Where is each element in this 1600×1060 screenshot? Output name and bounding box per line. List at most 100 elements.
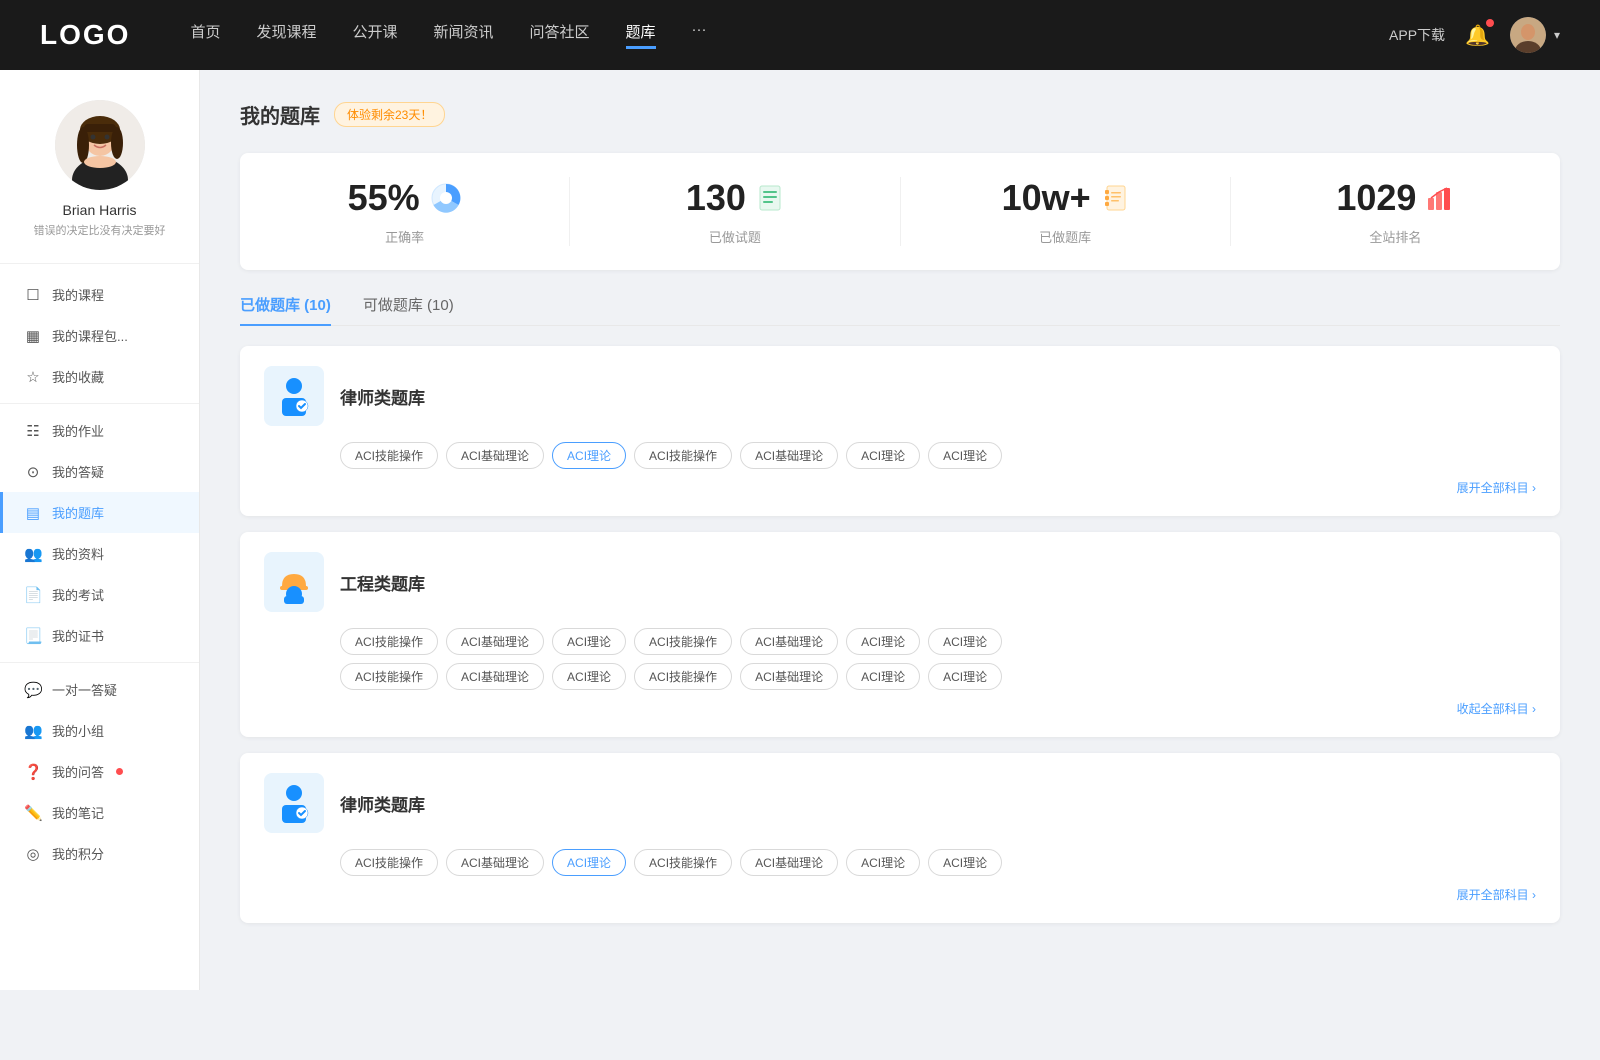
sidebar-item-questions-label: 我的问答 [52,762,104,781]
sidebar-item-points-label: 我的积分 [52,844,104,863]
tag-2-7[interactable]: ACI技能操作 [340,663,438,690]
trial-badge: 体验剩余23天！ [334,102,445,127]
tag-3-4[interactable]: ACI基础理论 [740,849,838,876]
tag-2-13[interactable]: ACI理论 [928,663,1002,690]
sidebar-item-cert-label: 我的证书 [52,626,104,645]
user-dropdown-arrow[interactable]: ▾ [1554,28,1560,42]
qbank-card-lawyer-1: 律师类题库 ACI技能操作 ACI基础理论 ACI理论 ACI技能操作 ACI基… [240,346,1560,516]
tab-done[interactable]: 已做题库 (10) [240,294,331,325]
tag-1-1[interactable]: ACI基础理论 [446,442,544,469]
tag-3-0[interactable]: ACI技能操作 [340,849,438,876]
engineer-svg [272,560,316,604]
qbank-card-engineer: 工程类题库 ACI技能操作 ACI基础理论 ACI理论 ACI技能操作 ACI基… [240,532,1560,737]
tag-2-6[interactable]: ACI理论 [928,628,1002,655]
questions-dot [116,768,123,775]
tag-2-10[interactable]: ACI技能操作 [634,663,732,690]
main-content: 我的题库 体验剩余23天！ 55% 正确率 [200,70,1600,990]
sidebar-item-favorites-label: 我的收藏 [52,367,104,386]
tag-2-8[interactable]: ACI基础理论 [446,663,544,690]
sidebar-item-profile[interactable]: 👥 我的资料 [0,533,199,574]
tag-3-6[interactable]: ACI理论 [928,849,1002,876]
qbank-tags-3: ACI技能操作 ACI基础理论 ACI理论 ACI技能操作 ACI基础理论 AC… [264,849,1536,876]
tag-2-9[interactable]: ACI理论 [552,663,626,690]
lawyer-svg-3 [272,781,316,825]
sidebar-item-course-pkg[interactable]: ▦ 我的课程包... [0,315,199,356]
stat-ranking: 1029 全站排名 [1231,177,1560,246]
tag-2-5[interactable]: ACI理论 [846,628,920,655]
tag-1-6[interactable]: ACI理论 [928,442,1002,469]
sidebar-item-exam-label: 我的考试 [52,585,104,604]
sidebar-item-tutoring[interactable]: 💬 一对一答疑 [0,669,199,710]
user-avatar-wrapper[interactable]: ▾ [1510,17,1560,53]
sidebar-item-homework-label: 我的作业 [52,421,104,440]
qbank-icon-lawyer-3 [264,773,324,833]
tag-1-4[interactable]: ACI基础理论 [740,442,838,469]
nav-home[interactable]: 首页 [190,21,220,49]
sidebar-item-favorites[interactable]: ☆ 我的收藏 [0,356,199,397]
app-download-button[interactable]: APP下载 [1389,25,1445,45]
tag-2-1[interactable]: ACI基础理论 [446,628,544,655]
notebook-icon [1101,184,1129,212]
sidebar-item-qa[interactable]: ⊙ 我的答疑 [0,451,199,492]
sidebar-item-course-label: 我的课程 [52,285,104,304]
sidebar-item-homework[interactable]: ☷ 我的作业 [0,410,199,451]
qbank-expand-3[interactable]: 展开全部科目 › [264,886,1536,903]
nav-qa[interactable]: 问答社区 [530,21,590,49]
page-title: 我的题库 [240,100,320,129]
stat-accuracy: 55% 正确率 [240,177,570,246]
tag-1-5[interactable]: ACI理论 [846,442,920,469]
notes-icon: ✏️ [24,804,42,822]
tag-1-3[interactable]: ACI技能操作 [634,442,732,469]
sidebar-item-course[interactable]: ☐ 我的课程 [0,274,199,315]
sidebar-divider-2 [0,662,199,663]
tag-2-0[interactable]: ACI技能操作 [340,628,438,655]
notification-bell[interactable]: 🔔 [1465,23,1490,48]
nav-open-course[interactable]: 公开课 [352,21,397,49]
nav-menu: 首页 发现课程 公开课 新闻资讯 问答社区 题库 ··· [190,21,1389,49]
sidebar-item-notes[interactable]: ✏️ 我的笔记 [0,792,199,833]
tab-available[interactable]: 可做题库 (10) [363,294,454,325]
sidebar-item-questions[interactable]: ❓ 我的问答 [0,751,199,792]
ranking-chart-icon [1426,184,1454,212]
sidebar-item-question-bank[interactable]: ▤ 我的题库 [0,492,199,533]
stat-done-banks: 10w+ 已做题库 [901,177,1231,246]
qbank-icon-lawyer-1 [264,366,324,426]
stat-accuracy-main: 55% [260,177,549,219]
qbank-tags-row2: ACI技能操作 ACI基础理论 ACI理论 ACI技能操作 ACI基础理论 AC… [264,663,1536,690]
tutoring-icon: 💬 [24,681,42,699]
collapse-label-2: 收起全部科目 › [1457,700,1536,717]
tag-1-0[interactable]: ACI技能操作 [340,442,438,469]
stats-bar: 55% 正确率 130 [240,153,1560,270]
logo[interactable]: LOGO [40,19,130,51]
sidebar-profile: Brian Harris 错误的决定比没有决定要好 [0,100,199,264]
nav-news[interactable]: 新闻资讯 [434,21,494,49]
tag-3-2[interactable]: ACI理论 [552,849,626,876]
tag-3-5[interactable]: ACI理论 [846,849,920,876]
sidebar-item-certificate[interactable]: 📃 我的证书 [0,615,199,656]
nav-discover[interactable]: 发现课程 [256,21,316,49]
qbank-expand-1[interactable]: 展开全部科目 › [264,479,1536,496]
tag-2-2[interactable]: ACI理论 [552,628,626,655]
qbank-title-3: 律师类题库 [340,791,425,816]
tab-bar: 已做题库 (10) 可做题库 (10) [240,294,1560,326]
group-icon: 👥 [24,722,42,740]
tag-3-3[interactable]: ACI技能操作 [634,849,732,876]
qbank-tags-row1: ACI技能操作 ACI基础理论 ACI理论 ACI技能操作 ACI基础理论 AC… [264,628,1536,655]
stat-accuracy-label: 正确率 [260,227,549,246]
profile-name: Brian Harris [20,202,179,218]
tag-2-11[interactable]: ACI基础理论 [740,663,838,690]
sidebar-item-exam[interactable]: 📄 我的考试 [0,574,199,615]
nav-more[interactable]: ··· [692,21,707,49]
tag-2-12[interactable]: ACI理论 [846,663,920,690]
stat-ranking-label: 全站排名 [1251,227,1540,246]
sidebar-item-group[interactable]: 👥 我的小组 [0,710,199,751]
tag-3-1[interactable]: ACI基础理论 [446,849,544,876]
questions-icon: ❓ [24,763,42,781]
tag-2-3[interactable]: ACI技能操作 [634,628,732,655]
tag-2-4[interactable]: ACI基础理论 [740,628,838,655]
qbank-collapse-2[interactable]: 收起全部科目 › [264,700,1536,717]
nav-question-bank[interactable]: 题库 [626,21,656,49]
tag-1-2[interactable]: ACI理论 [552,442,626,469]
sidebar-item-points[interactable]: ◎ 我的积分 [0,833,199,874]
page-wrapper: Brian Harris 错误的决定比没有决定要好 ☐ 我的课程 ▦ 我的课程包… [0,70,1600,990]
